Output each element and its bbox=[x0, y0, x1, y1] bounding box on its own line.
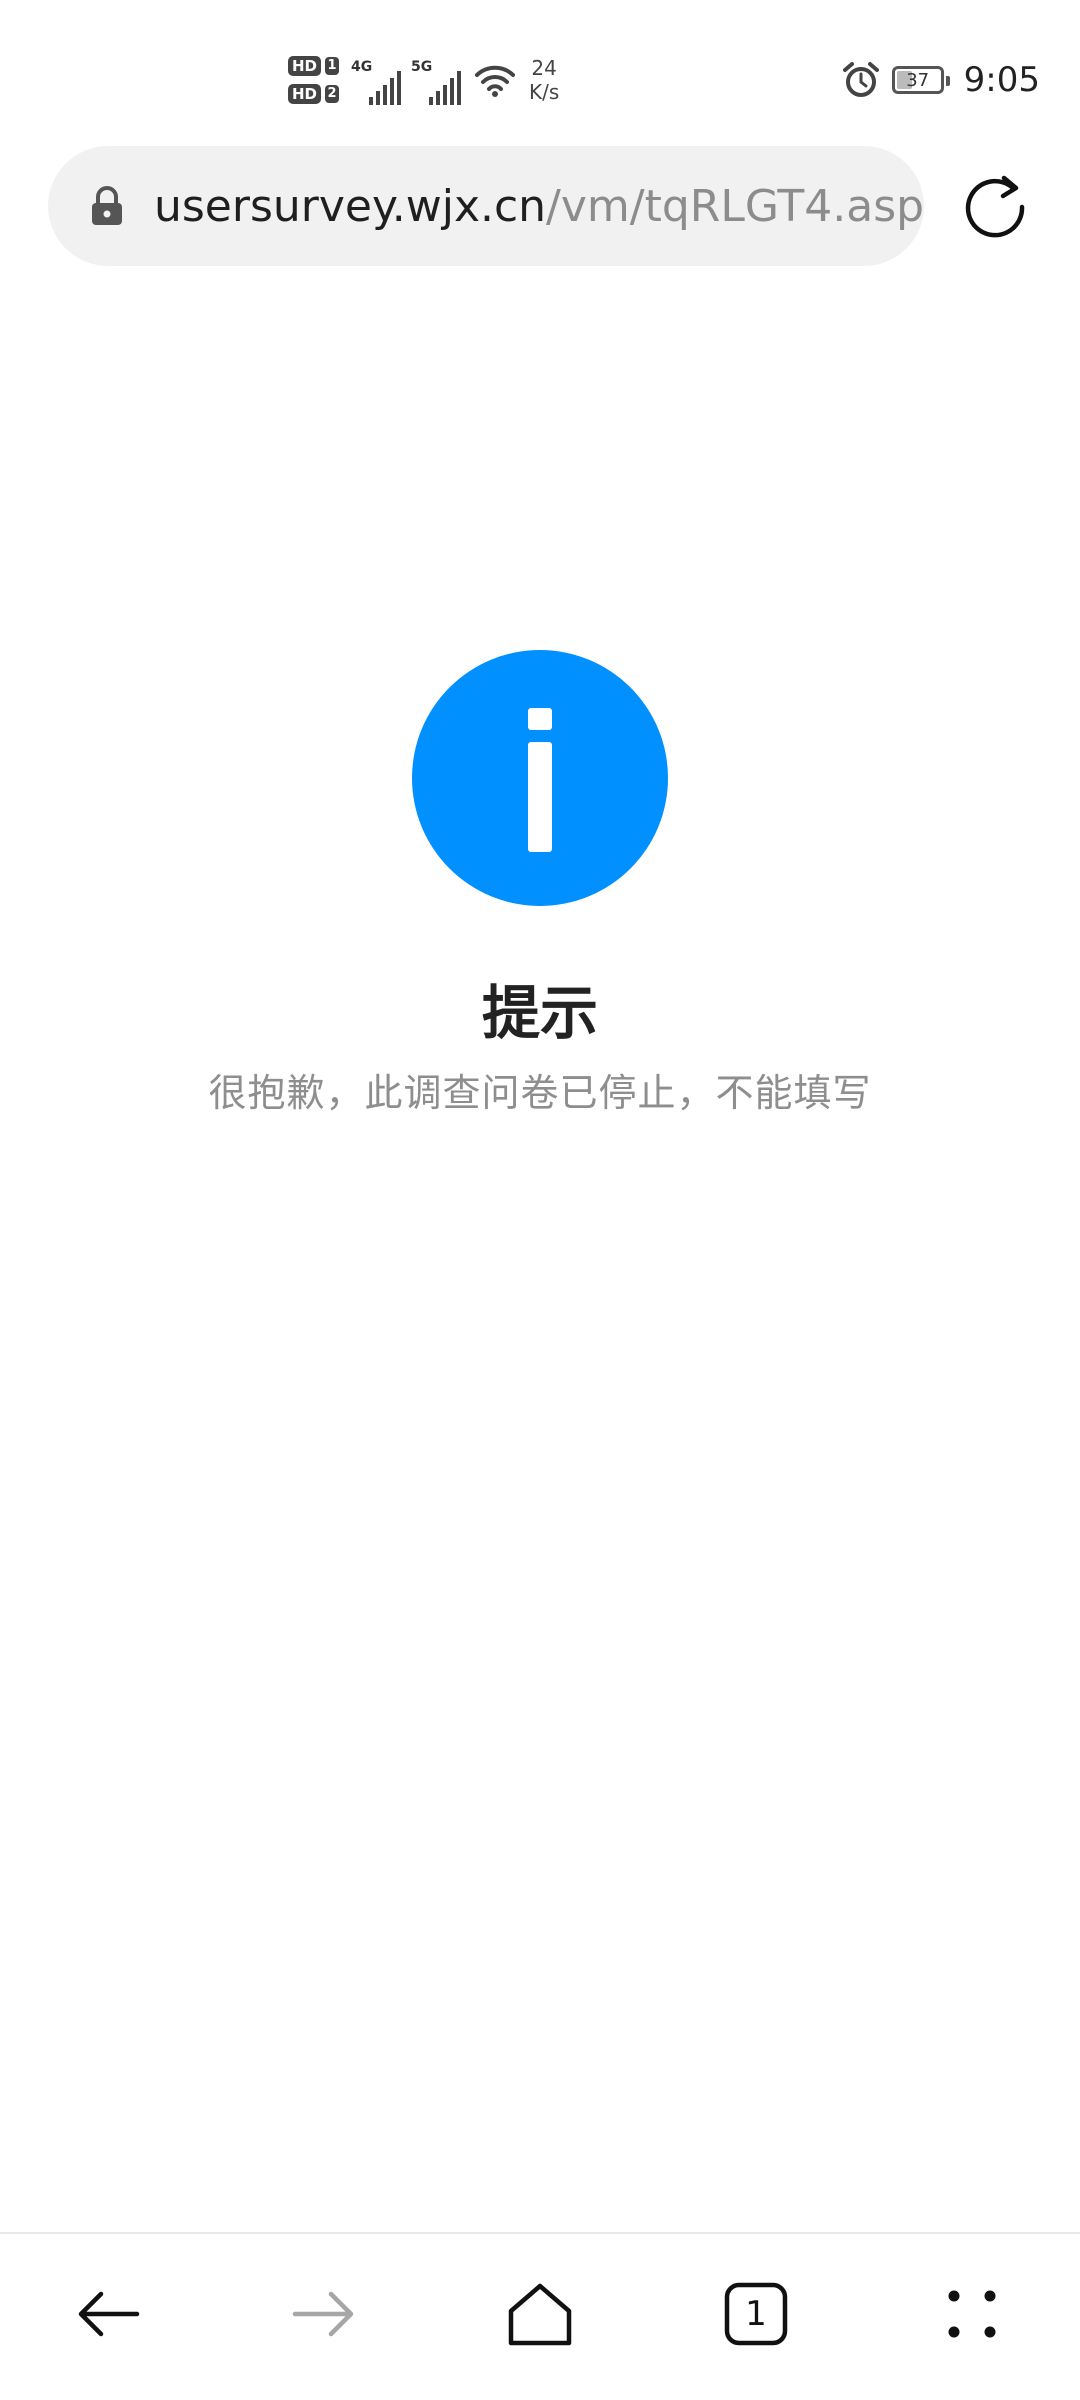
hd-badge-1: HD bbox=[288, 56, 322, 76]
menu-button[interactable] bbox=[932, 2274, 1012, 2354]
back-icon[interactable] bbox=[73, 2284, 143, 2344]
hd-indicators: HD 1 HD 2 bbox=[288, 56, 340, 104]
battery-icon: 37 bbox=[891, 66, 950, 94]
hd-badge-2: HD bbox=[288, 84, 322, 104]
status-right: 37 9:05 bbox=[842, 52, 1040, 108]
clock: 9:05 bbox=[963, 60, 1040, 100]
back-button[interactable] bbox=[68, 2274, 148, 2354]
url-text[interactable]: usersurvey.wjx.cn/vm/tqRLGT4.asp bbox=[154, 181, 924, 232]
network-type-1: 4G bbox=[351, 59, 373, 75]
battery-percent: 37 bbox=[906, 69, 930, 91]
menu-icon[interactable] bbox=[942, 2284, 1002, 2344]
sim-number-2: 2 bbox=[325, 85, 340, 103]
status-bar: HD 1 HD 2 4G 5G 24 K/s 37 9:05 bbox=[0, 0, 1080, 140]
url-path: /vm/tqRLGT4.asp bbox=[546, 180, 924, 232]
sim-number-1: 1 bbox=[325, 57, 340, 75]
bottom-nav: 1 bbox=[0, 2234, 1080, 2400]
network-type-2: 5G bbox=[411, 59, 433, 75]
network-speed: 24 K/s bbox=[529, 56, 559, 104]
network-speed-unit: K/s bbox=[529, 80, 560, 104]
alarm-icon bbox=[842, 62, 879, 97]
forward-icon[interactable] bbox=[289, 2284, 359, 2344]
status-left: HD 1 HD 2 4G 5G 24 K/s bbox=[288, 48, 559, 112]
reload-icon[interactable] bbox=[958, 170, 1032, 244]
network-speed-value: 24 bbox=[531, 56, 557, 80]
home-button[interactable] bbox=[500, 2274, 580, 2354]
signal-icon-2: 5G bbox=[411, 55, 462, 105]
page-title: 提示 bbox=[481, 979, 598, 1047]
tab-count: 1 bbox=[745, 2294, 767, 2334]
info-icon bbox=[412, 650, 668, 906]
forward-button[interactable] bbox=[284, 2274, 364, 2354]
tabs-button[interactable]: 1 bbox=[716, 2274, 796, 2354]
lock-icon[interactable] bbox=[90, 185, 124, 227]
error-message: 很抱歉，此调查问卷已停止，不能填写 bbox=[208, 1071, 872, 1115]
address-bar[interactable]: usersurvey.wjx.cn/vm/tqRLGT4.asp bbox=[48, 146, 924, 266]
browser-screen: HD 1 HD 2 4G 5G 24 K/s 37 9:05 usersurve… bbox=[0, 0, 1080, 2400]
home-icon[interactable] bbox=[505, 2281, 575, 2347]
url-domain: usersurvey.wjx.cn bbox=[154, 180, 547, 232]
signal-icon: 4G bbox=[351, 55, 402, 105]
wifi-icon bbox=[475, 65, 516, 97]
